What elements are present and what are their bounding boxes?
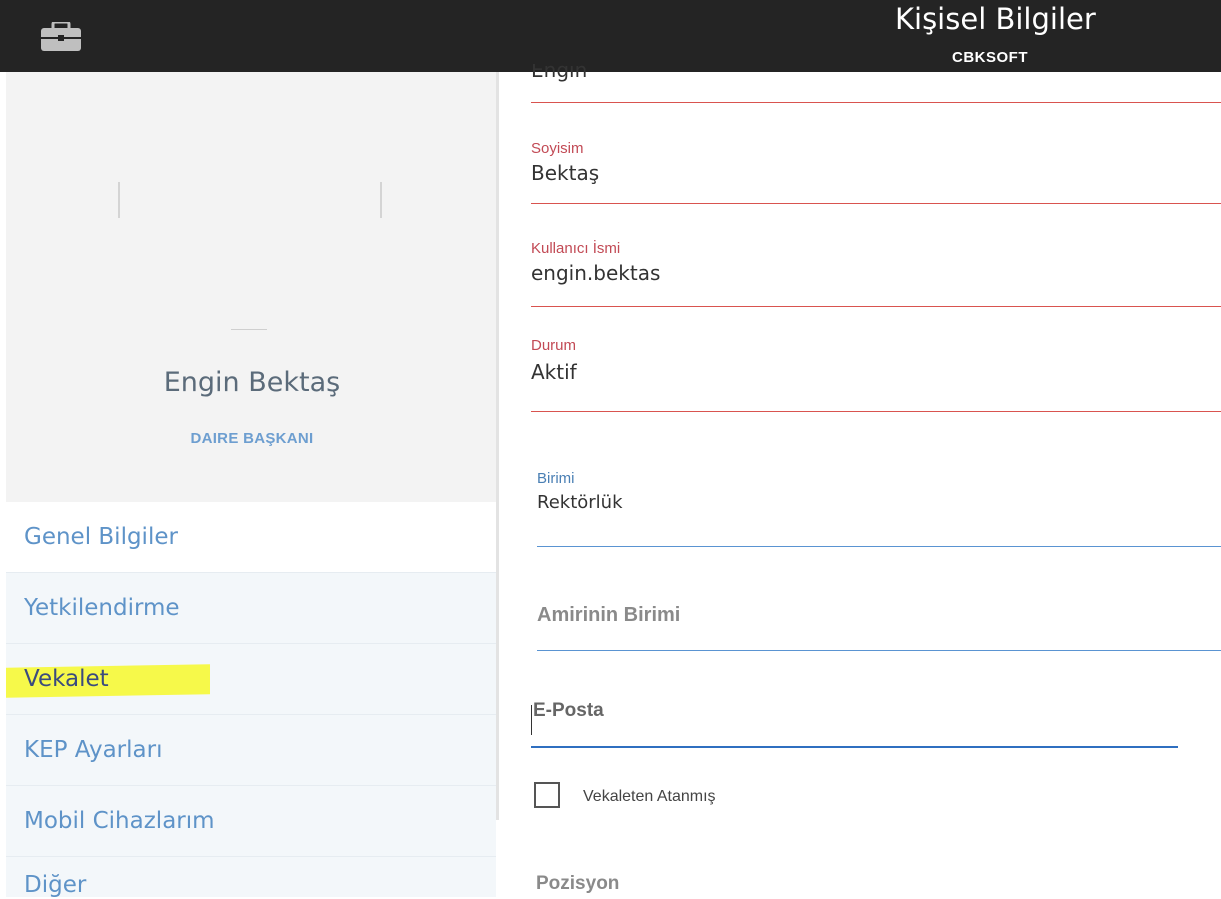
status-value: Aktif	[531, 360, 577, 384]
unit-field[interactable]: Birimi Rektörlük	[537, 470, 623, 513]
status-field[interactable]: Durum Aktif	[531, 337, 577, 384]
proxy-checkbox[interactable]	[534, 782, 560, 808]
unit-label: Birimi	[537, 470, 575, 487]
avatar-frame-bottom	[231, 329, 267, 330]
profile-role: DAIRE BAŞKANI	[190, 430, 314, 447]
username-underline	[531, 306, 1221, 307]
text-cursor	[531, 705, 532, 735]
sidebar-item-diger[interactable]: Diğer	[6, 857, 496, 897]
profile-name: Engin Bektaş	[163, 367, 341, 398]
status-underline	[531, 411, 1221, 412]
email-underline	[531, 746, 1178, 748]
email-placeholder: E-Posta	[533, 700, 604, 721]
sidebar-item-label: Diğer	[24, 872, 87, 897]
sidebar-item-label: Genel Bilgiler	[24, 524, 178, 550]
first-name-underline	[531, 102, 1221, 103]
position-field[interactable]: Pozisyon	[536, 873, 619, 899]
manager-unit-placeholder: Amirinin Birimi	[537, 604, 681, 626]
username-label: Kullanıcı İsmi	[531, 240, 621, 257]
email-field[interactable]: E-Posta	[533, 700, 604, 722]
page-subtitle: CBKSOFT	[952, 49, 1028, 66]
position-placeholder: Pozisyon	[536, 873, 620, 894]
username-value: engin.bektas	[531, 261, 661, 285]
unit-underline	[537, 546, 1221, 547]
surname-label: Soyisim	[531, 140, 584, 157]
avatar-frame-right	[380, 182, 382, 218]
first-name-field[interactable]: Engin	[531, 64, 587, 88]
sidebar-item-label: KEP Ayarları	[24, 737, 163, 763]
sidebar-item-label: Mobil Cihazlarım	[24, 808, 215, 834]
sidebar-item-label: Yetkilendirme	[24, 595, 180, 621]
sidebar-item-mobil-cihazlarim[interactable]: Mobil Cihazlarım	[6, 786, 496, 857]
unit-value: Rektörlük	[537, 492, 623, 513]
sidebar-item-vekalet[interactable]: Vekalet	[6, 644, 496, 715]
sidebar-item-genel-bilgiler[interactable]: Genel Bilgiler	[6, 502, 496, 573]
page-title: Kişisel Bilgiler	[895, 2, 1096, 36]
top-bar: Kişisel Bilgiler CBKSOFT	[0, 0, 1221, 72]
status-label: Durum	[531, 337, 577, 354]
scrollbar[interactable]	[496, 72, 499, 820]
surname-underline	[531, 203, 1221, 204]
sidebar-item-yetkilendirme[interactable]: Yetkilendirme	[6, 573, 496, 644]
sidebar-nav: Genel Bilgiler Yetkilendirme Vekalet KEP…	[6, 502, 496, 897]
username-field[interactable]: Kullanıcı İsmi engin.bektas	[531, 240, 660, 285]
surname-value: Bektaş	[531, 161, 600, 185]
sidebar-item-kep-ayarlari[interactable]: KEP Ayarları	[6, 715, 496, 786]
manager-unit-field[interactable]: Amirinin Birimi	[537, 604, 680, 627]
profile-card: Engin Bektaş DAIRE BAŞKANI	[6, 72, 498, 502]
avatar-frame-left	[118, 182, 120, 218]
proxy-checkbox-label: Vekaleten Atanmış	[583, 788, 716, 805]
briefcase-icon[interactable]	[40, 22, 82, 52]
surname-field[interactable]: Soyisim Bektaş	[531, 140, 599, 185]
sidebar-item-label: Vekalet	[24, 666, 109, 692]
manager-unit-underline	[537, 650, 1221, 651]
first-name-value: Engin	[531, 64, 588, 82]
